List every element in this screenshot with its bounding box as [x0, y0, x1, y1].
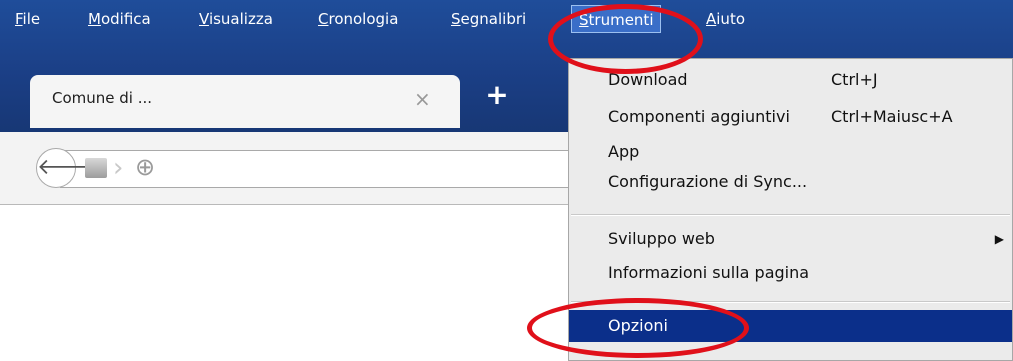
chevron-right-icon: › [113, 153, 124, 183]
menu-item-configurazione-sync[interactable]: Configurazione di Sync... [569, 166, 1012, 198]
new-tab-button[interactable]: + [480, 78, 514, 112]
menu-separator [571, 214, 1010, 216]
menu-bar: File Modifica Visualizza Cronologia Segn… [0, 0, 1013, 34]
identity-box-icon[interactable] [85, 158, 107, 178]
menu-file[interactable]: File [15, 8, 40, 30]
menu-visualizza[interactable]: Visualizza [199, 8, 273, 30]
strumenti-dropdown-menu: Download Ctrl+J Componenti aggiuntivi Ct… [568, 58, 1013, 361]
menu-item-app[interactable]: App [569, 136, 1012, 168]
menu-item-shortcut: Ctrl+J [831, 70, 878, 89]
menu-segnalibri[interactable]: Segnalibri [451, 8, 526, 30]
menu-item-informazioni-pagina[interactable]: Informazioni sulla pagina [569, 257, 1012, 289]
globe-icon: ⊕ [135, 153, 156, 181]
menu-item-label: App [608, 142, 640, 161]
close-icon[interactable]: × [414, 87, 431, 111]
menu-item-shortcut: Ctrl+Maiusc+A [831, 107, 953, 126]
back-arrow-icon[interactable]: 🡐 [36, 148, 96, 188]
menu-item-label: Informazioni sulla pagina [608, 263, 810, 282]
menu-item-download[interactable]: Download Ctrl+J [569, 64, 1012, 96]
menu-item-label: Opzioni [608, 316, 668, 335]
menu-item-label: Componenti aggiuntivi [608, 107, 790, 126]
menu-item-opzioni[interactable]: Opzioni [569, 310, 1012, 342]
tab-title: Comune di ... [52, 89, 153, 107]
menu-item-sviluppo-web[interactable]: Sviluppo web ▶ [569, 223, 1012, 255]
menu-separator [571, 301, 1010, 303]
menu-strumenti[interactable]: Strumenti [571, 5, 662, 33]
browser-tab[interactable]: Comune di ... × [30, 75, 460, 128]
menu-item-label: Download [608, 70, 688, 89]
menu-cronologia[interactable]: Cronologia [318, 8, 398, 30]
menu-item-label: Configurazione di Sync... [608, 172, 808, 191]
menu-item-label: Sviluppo web [608, 229, 715, 248]
menu-modifica[interactable]: Modifica [88, 8, 151, 30]
chevron-right-icon: ▶ [994, 232, 1004, 246]
menu-item-componenti-aggiuntivi[interactable]: Componenti aggiuntivi Ctrl+Maiusc+A [569, 101, 1012, 133]
menu-aiuto[interactable]: Aiuto [706, 8, 745, 30]
